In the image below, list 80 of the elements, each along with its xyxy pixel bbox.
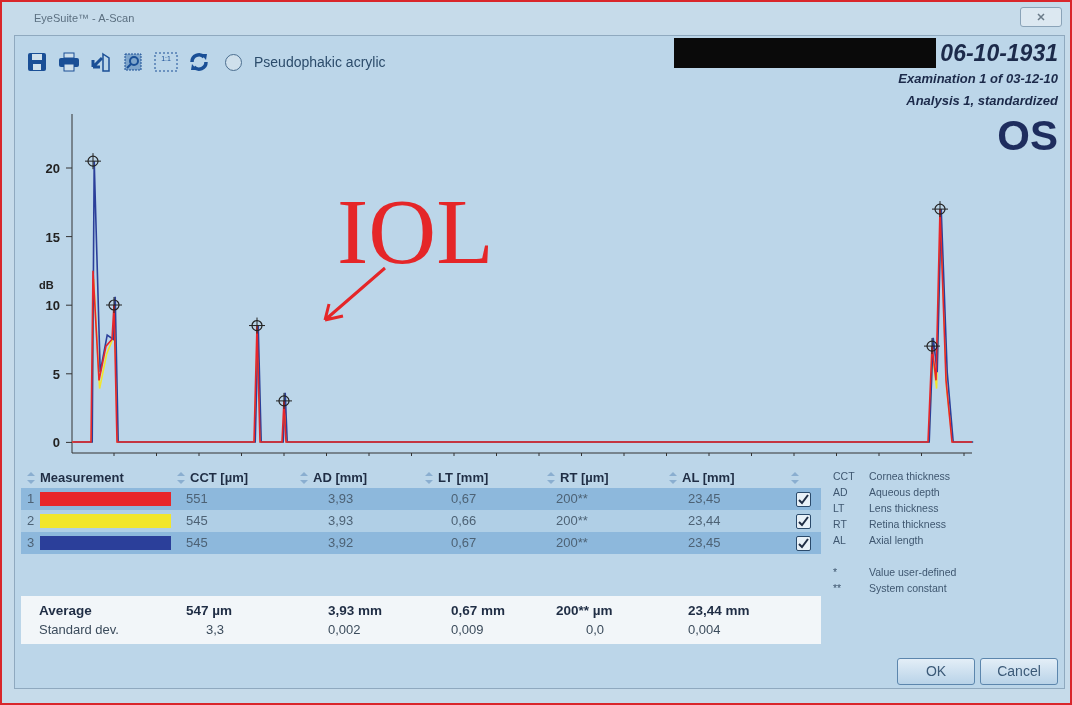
legend-text: Retina thickness — [869, 517, 947, 532]
peak-marker-icon[interactable] — [275, 392, 293, 410]
checkbox[interactable] — [795, 491, 811, 507]
column-header[interactable]: CCT [µm] — [190, 468, 249, 488]
row-number: 2 — [27, 512, 35, 531]
table-cell-text: 0,67 — [450, 490, 478, 509]
axis-title: dB — [39, 279, 54, 291]
table-cell-text: 23,44 — [687, 512, 722, 531]
eye-label: OS — [996, 112, 1058, 160]
note-mark: ** — [833, 581, 843, 596]
table-cell-text: 545 — [185, 512, 209, 531]
axis-tick-label: 5 — [52, 366, 60, 382]
examination-text: Examination 1 of 03-12-10 — [897, 70, 1058, 88]
table-cell-text: 3,93 — [327, 490, 355, 509]
peak-marker-icon[interactable] — [931, 200, 949, 218]
table-cell-text: 0,66 — [450, 512, 478, 531]
save-icon[interactable] — [25, 50, 49, 74]
legend-abbreviation: AD — [833, 485, 849, 500]
cancel-button[interactable]: Cancel — [980, 658, 1058, 685]
legend-abbreviation: AL — [833, 533, 847, 548]
summary-value: 0,009 — [450, 621, 485, 639]
table-cell-text: 23,45 — [687, 490, 722, 509]
axis-tick-label: 15 — [45, 229, 60, 245]
axis-tick-label: 10 — [45, 298, 60, 314]
checkbox[interactable] — [795, 535, 811, 551]
refresh-icon[interactable] — [187, 50, 211, 74]
summary-value: 3,3 — [205, 621, 226, 639]
export-icon[interactable] — [89, 50, 113, 74]
table-cell-text: 23,45 — [687, 534, 722, 553]
table-cell-text: 200** — [555, 490, 589, 509]
row-number: 1 — [27, 490, 35, 509]
table-cell-text: 551 — [185, 490, 209, 509]
summary-value: 3,93 mm — [327, 602, 384, 620]
summary-value: 23,44 mm — [687, 602, 751, 620]
column-header[interactable]: Measurement — [40, 468, 124, 488]
table-cell-text: 3,93 — [327, 512, 355, 531]
column-header[interactable]: AL [mm] — [682, 468, 735, 488]
table-cell-text: 3,92 — [327, 534, 355, 553]
note-text: Value user-defined — [869, 565, 957, 580]
summary-value: 0,0 — [585, 621, 606, 639]
summary-value: 200** µm — [555, 602, 614, 620]
table-cell-text: 0,67 — [450, 534, 478, 553]
checkbox[interactable] — [795, 513, 811, 529]
column-header[interactable]: RT [µm] — [560, 468, 609, 488]
peak-marker-icon[interactable] — [105, 296, 123, 314]
legend-abbreviation: CCT — [833, 469, 856, 484]
window-title: EyeSuite™ - A-Scan — [34, 11, 135, 27]
analysis-text: Analysis 1, standardized — [905, 92, 1058, 110]
summary-label: Average — [38, 602, 93, 620]
annotation-text: IOL — [337, 184, 494, 278]
legend-text: Lens thickness — [869, 501, 939, 516]
legend-text: Aqueous depth — [869, 485, 940, 500]
summary-label: Standard dev. — [38, 621, 120, 639]
peak-marker-icon[interactable] — [84, 152, 102, 170]
summary-value: 547 µm — [185, 602, 234, 620]
column-header[interactable]: AD [mm] — [313, 468, 368, 488]
note-text: System constant — [869, 581, 947, 596]
summary-value: 0,004 — [687, 621, 722, 639]
table-cell-text: 545 — [185, 534, 209, 553]
column-header[interactable]: LT [mm] — [438, 468, 489, 488]
close-icon — [1036, 11, 1046, 22]
table-cell-text: 200** — [555, 512, 589, 531]
ok-button[interactable]: OK — [897, 658, 975, 685]
axis-tick-label: 0 — [52, 435, 60, 451]
axis-tick-label: 20 — [45, 161, 60, 176]
peak-marker-icon[interactable] — [248, 317, 266, 335]
row-number: 3 — [27, 534, 35, 553]
option-label: Pseudophakic acrylic — [254, 52, 386, 72]
legend-abbreviation: LT — [833, 501, 846, 516]
print-icon[interactable] — [57, 50, 81, 74]
radio-button[interactable] — [225, 53, 242, 71]
summary-value: 0,002 — [327, 621, 362, 639]
peak-marker-icon[interactable] — [923, 337, 941, 355]
note-mark: * — [833, 565, 839, 580]
legend-text: Axial length — [869, 533, 924, 548]
legend-abbreviation: RT — [833, 517, 848, 532]
birth-date: 06-10-1931 — [940, 39, 1058, 68]
summary-value: 0,67 mm — [450, 602, 507, 620]
table-cell-text: 200** — [555, 534, 589, 553]
legend-text: Cornea thickness — [869, 469, 951, 484]
